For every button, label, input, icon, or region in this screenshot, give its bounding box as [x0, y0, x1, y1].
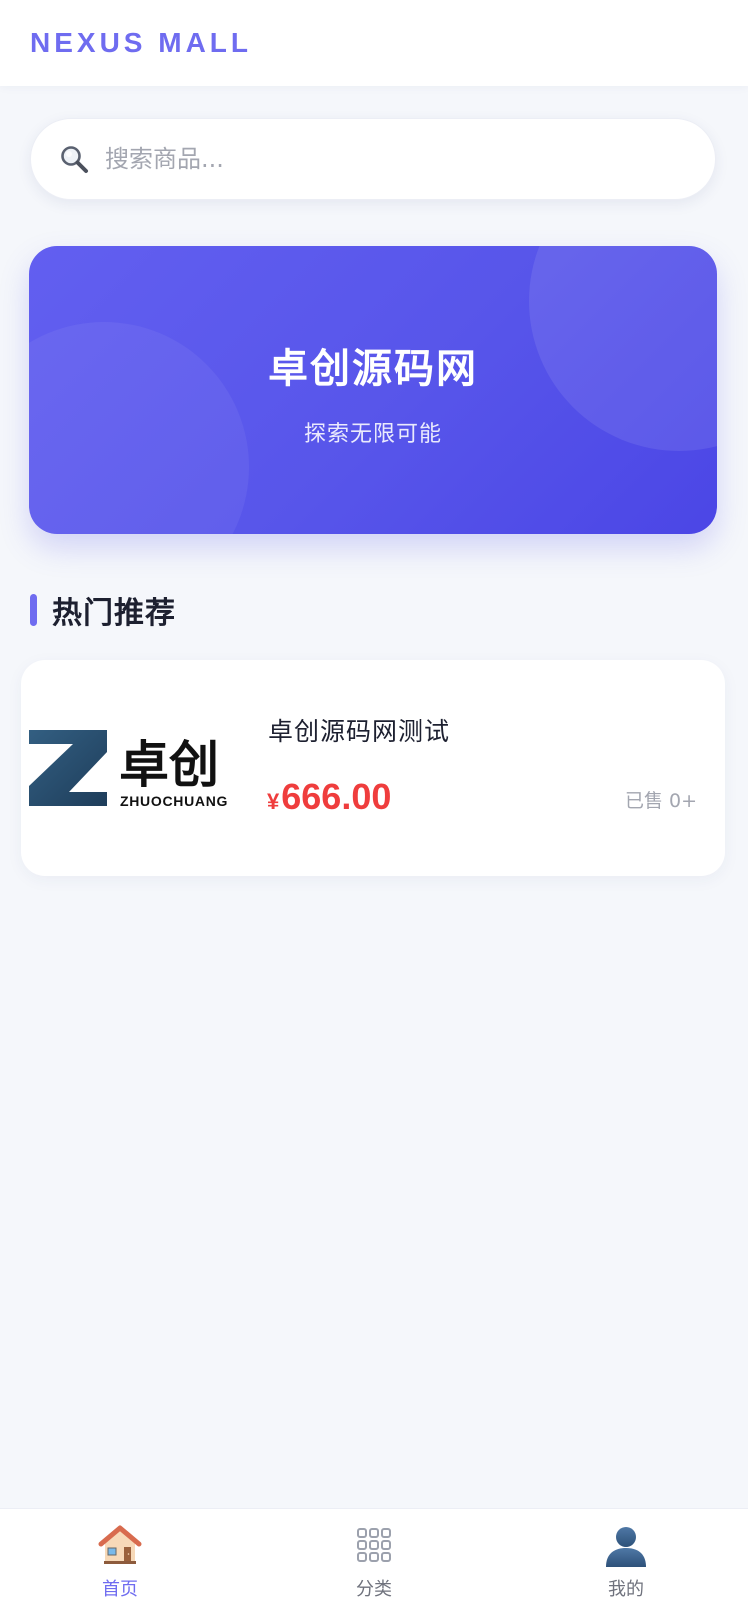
nav-label-home: 首页 — [102, 1579, 138, 1600]
nav-label-category: 分类 — [356, 1579, 392, 1600]
product-price: ¥ 666.00 — [267, 776, 391, 818]
header: NEXUS MALL — [0, 0, 748, 86]
currency-symbol: ¥ — [267, 789, 280, 814]
product-name[interactable]: 卓创源码网测试 — [268, 712, 450, 748]
grid-icon — [357, 1528, 391, 1562]
nav-item-home[interactable]: 首页 — [60, 1523, 180, 1609]
svg-text:ZHUOCHUANG: ZHUOCHUANG — [120, 793, 228, 809]
section-accent-bar — [30, 594, 37, 626]
banner-title: 卓创源码网 — [268, 346, 478, 392]
banner-subtitle: 探索无限可能 — [303, 422, 442, 447]
nav-item-category[interactable]: 分类 — [314, 1523, 434, 1609]
product-image[interactable]: 卓创 ZHUOCHUANG — [29, 710, 239, 826]
app: NEXUS MALL 卓创源码网 探索无限可能 热门推荐 — [0, 0, 748, 1616]
bottom-navigation: 首页 分类 我的 — [0, 1508, 748, 1616]
hero-banner[interactable]: 卓创源码网 探索无限可能 — [29, 246, 717, 534]
search-icon — [59, 144, 89, 174]
section-title: 热门推荐 — [52, 596, 176, 631]
section-header: 热门推荐 — [30, 590, 176, 631]
zhuochuang-logo-icon: 卓创 ZHUOCHUANG — [29, 730, 228, 809]
search-bar[interactable] — [30, 118, 716, 200]
product-card[interactable]: 卓创 ZHUOCHUANG 卓创源码网测试 ¥ 666.00 已售 0+ — [21, 660, 725, 876]
user-icon — [606, 1527, 646, 1567]
svg-text:卓创: 卓创 — [119, 736, 219, 794]
home-icon — [98, 1525, 142, 1564]
search-input[interactable] — [105, 139, 665, 179]
price-value: 666.00 — [281, 776, 392, 817]
sold-count: 已售 0+ — [624, 790, 697, 812]
brand-logo[interactable]: NEXUS MALL — [30, 27, 252, 59]
nav-item-profile[interactable]: 我的 — [566, 1523, 686, 1609]
nav-label-profile: 我的 — [608, 1579, 644, 1600]
